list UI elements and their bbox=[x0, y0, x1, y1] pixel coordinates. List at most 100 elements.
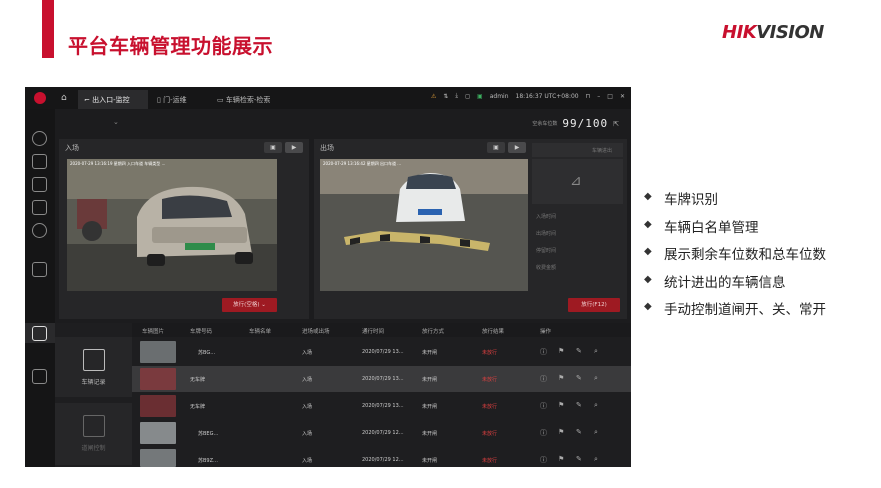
table-row[interactable]: 无车牌 入场 2020/07/29 13... 未开闸 未放行 ⓘ ⚑ ✎ ⌕ bbox=[132, 393, 631, 419]
download-icon[interactable]: ⤓ bbox=[455, 92, 458, 100]
chevron-down-icon: ⌄ bbox=[261, 302, 266, 308]
chevron-down-icon[interactable]: ⌄ bbox=[113, 118, 119, 126]
snapshot-icon[interactable]: ▣ bbox=[264, 142, 282, 153]
table-row[interactable]: 无车牌 入场 2020/07/29 13... 未开闸 未放行 ⓘ ⚑ ✎ ⌕ bbox=[132, 366, 631, 392]
bell-icon[interactable]: ◻ bbox=[465, 93, 470, 100]
user-name[interactable]: admin bbox=[490, 93, 509, 100]
home-icon[interactable]: ⌂ bbox=[61, 93, 67, 103]
remaining-label: 空余车位数 bbox=[532, 121, 558, 127]
edit-icon[interactable]: ✎ bbox=[576, 401, 582, 409]
remaining-spaces: 空余车位数 99/100 ⇱ bbox=[532, 117, 619, 130]
feature-list: ◆ 车牌识别 ◆ 车辆白名单管理 ◆ 展示剩余车位数和总车位数 ◆ 统计进出的车辆信息 … bbox=[642, 188, 826, 326]
edit-icon[interactable]: ✎ bbox=[576, 347, 582, 355]
search-icon[interactable]: ⌕ bbox=[594, 347, 598, 356]
minimize-icon[interactable]: – bbox=[597, 93, 600, 100]
info-label-fee: 收费金额 bbox=[536, 265, 557, 271]
close-icon[interactable]: ✕ bbox=[620, 93, 625, 100]
feature-item: ◆ 手动控制道闸开、关、常开 bbox=[644, 301, 826, 318]
remaining-value: 99/100 bbox=[562, 117, 609, 130]
vehicle-thumbnail[interactable] bbox=[140, 449, 176, 467]
info-label-entry-time: 入场时间 bbox=[536, 214, 557, 220]
feature-item: ◆ 统计进出的车辆信息 bbox=[644, 273, 786, 291]
video-icon[interactable]: ▶ bbox=[508, 142, 526, 153]
feature-item: ◆ 车辆白名单管理 bbox=[644, 218, 759, 236]
video-icon[interactable]: ▶ bbox=[285, 142, 303, 153]
gate-control-icon bbox=[83, 415, 105, 437]
barrier-gate-icon[interactable] bbox=[32, 326, 47, 341]
barrier-gate-icon: ⊿ bbox=[570, 173, 582, 189]
flag-icon[interactable]: ⚑ bbox=[558, 401, 564, 409]
gate-image: ⊿ bbox=[532, 159, 623, 204]
hikvision-logo: HIKVISION bbox=[722, 22, 824, 43]
door-panel-icon[interactable] bbox=[32, 177, 47, 192]
clock-text: 18:16:37 UTC+08:00 bbox=[515, 92, 579, 100]
lock-icon[interactable]: ⊓ bbox=[586, 93, 591, 100]
table-row[interactable]: 苏B9Z… 入场 2020/07/29 12... 未开闸 未放行 ⓘ ⚑ ✎ … bbox=[132, 447, 631, 467]
user-icon[interactable] bbox=[32, 223, 47, 238]
table-header: 车辆图片 车牌号码 车辆名单 进场或出场 通行时间 放行方式 放行结果 操作 bbox=[132, 323, 631, 337]
feature-item: ◆ 展示剩余车位数和总车位数 bbox=[644, 246, 826, 263]
edit-icon[interactable]: ✎ bbox=[576, 374, 582, 382]
info-icon[interactable]: ⓘ bbox=[540, 347, 547, 357]
vehicle-thumbnail[interactable] bbox=[140, 341, 176, 363]
diamond-bullet-icon: ◆ bbox=[644, 301, 652, 312]
vehicle-thumbnail[interactable] bbox=[140, 422, 176, 444]
info-label-exit-time: 出场时间 bbox=[536, 231, 557, 237]
entry-video-timestamp: 2020-07-29 13:16:19 星期四 入口车道 车辆类型 ... bbox=[70, 161, 166, 166]
vehicle-info-header: 车辆进出 bbox=[532, 143, 623, 157]
vehicle-thumbnail[interactable] bbox=[140, 395, 176, 417]
diamond-bullet-icon: ◆ bbox=[644, 218, 652, 230]
title-accent-bar bbox=[42, 0, 54, 58]
search-icon[interactable]: ⌕ bbox=[594, 428, 598, 437]
tab-door-ops[interactable]: ▯ 门-运维 bbox=[151, 90, 209, 109]
person-scan-icon[interactable] bbox=[32, 154, 47, 169]
diamond-bullet-icon: ◆ bbox=[644, 246, 652, 257]
search-icon[interactable]: ⌕ bbox=[594, 455, 598, 464]
flag-icon[interactable]: ⚑ bbox=[558, 455, 564, 463]
search-icon[interactable]: ⌕ bbox=[594, 401, 598, 410]
flag-icon[interactable]: ⚑ bbox=[558, 347, 564, 355]
table-row[interactable]: 苏BEG… 入场 2020/07/29 12... 未开闸 未放行 ⓘ ⚑ ✎ … bbox=[132, 420, 631, 446]
diamond-bullet-icon: ◆ bbox=[644, 273, 652, 285]
maximize-icon[interactable]: □ bbox=[607, 93, 613, 100]
main-area: ⌄ 空余车位数 99/100 ⇱ 入场 ▣ ▶ 2020-07-29 13:16… bbox=[55, 109, 631, 467]
gate-control-card[interactable]: 道闸控制 bbox=[55, 403, 132, 465]
tab-vehicle-search[interactable]: ▭ 车辆检索-检索 bbox=[211, 90, 291, 109]
records-section: 车辆记录 道闸控制 车辆图片 车牌号码 车辆名单 进场或出场 通行时间 放行方式… bbox=[55, 323, 631, 467]
sort-icon[interactable]: ⇅ bbox=[443, 93, 448, 100]
info-icon[interactable]: ⓘ bbox=[540, 401, 547, 411]
entry-release-button[interactable]: 放行(空格) ⌄ bbox=[222, 298, 277, 312]
building-icon[interactable] bbox=[32, 262, 47, 277]
app-title-bar: ⌂ ⌐ 出入口-监控 ▯ 门-运维 ▭ 车辆检索-检索 ⚠ ⇅ ⤓ ◻ ▣ ad… bbox=[25, 87, 631, 109]
feature-item: ◆ 车牌识别 bbox=[644, 191, 718, 208]
info-icon[interactable]: ⓘ bbox=[540, 428, 547, 438]
barrier-gate-icon: ⌐ bbox=[84, 96, 93, 104]
alarm-icon[interactable] bbox=[32, 369, 47, 384]
snapshot-icon[interactable]: ▣ bbox=[487, 142, 505, 153]
flag-icon[interactable]: ⚑ bbox=[558, 428, 564, 436]
sidebar bbox=[25, 109, 55, 467]
status-ok-icon[interactable]: ▣ bbox=[477, 93, 483, 100]
info-icon[interactable]: ⓘ bbox=[540, 374, 547, 384]
warning-icon[interactable]: ⚠ bbox=[431, 93, 436, 100]
edit-icon[interactable]: ✎ bbox=[576, 455, 582, 463]
external-link-icon[interactable]: ⇱ bbox=[613, 120, 619, 128]
vehicle-record-icon bbox=[83, 349, 105, 371]
entry-panel: 入场 ▣ ▶ 2020-07-29 13:16:19 星期四 入口车道 车辆类型… bbox=[59, 139, 309, 319]
tab-entrance-monitor[interactable]: ⌐ 出入口-监控 bbox=[78, 90, 148, 109]
globe-icon[interactable] bbox=[32, 131, 47, 146]
grid-icon[interactable] bbox=[32, 200, 47, 215]
search-icon[interactable]: ⌕ bbox=[594, 374, 598, 383]
slide: 平台车辆管理功能展示 HIKVISION ⌂ ⌐ 出入口-监控 ▯ 门-运维 ▭… bbox=[0, 0, 881, 488]
exit-video: 2020-07-29 13:16:42 星期四 出口车道 ... bbox=[320, 159, 528, 291]
edit-icon[interactable]: ✎ bbox=[576, 428, 582, 436]
exit-release-button[interactable]: 放行(F12) bbox=[568, 298, 620, 312]
page-title: 平台车辆管理功能展示 bbox=[68, 34, 273, 58]
info-icon[interactable]: ⓘ bbox=[540, 455, 547, 465]
table-row[interactable]: 苏BG… 入场 2020/07/29 13... 未开闸 未放行 ⓘ ⚑ ✎ ⌕ bbox=[132, 339, 631, 365]
flag-icon[interactable]: ⚑ bbox=[558, 374, 564, 382]
app-screenshot: ⌂ ⌐ 出入口-监控 ▯ 门-运维 ▭ 车辆检索-检索 ⚠ ⇅ ⤓ ◻ ▣ ad… bbox=[25, 87, 631, 467]
vehicle-thumbnail[interactable] bbox=[140, 368, 176, 390]
title-bar-controls: ⚠ ⇅ ⤓ ◻ ▣ admin 18:16:37 UTC+08:00 ⊓ – □… bbox=[431, 92, 625, 100]
vehicle-record-card[interactable]: 车辆记录 bbox=[55, 337, 132, 397]
